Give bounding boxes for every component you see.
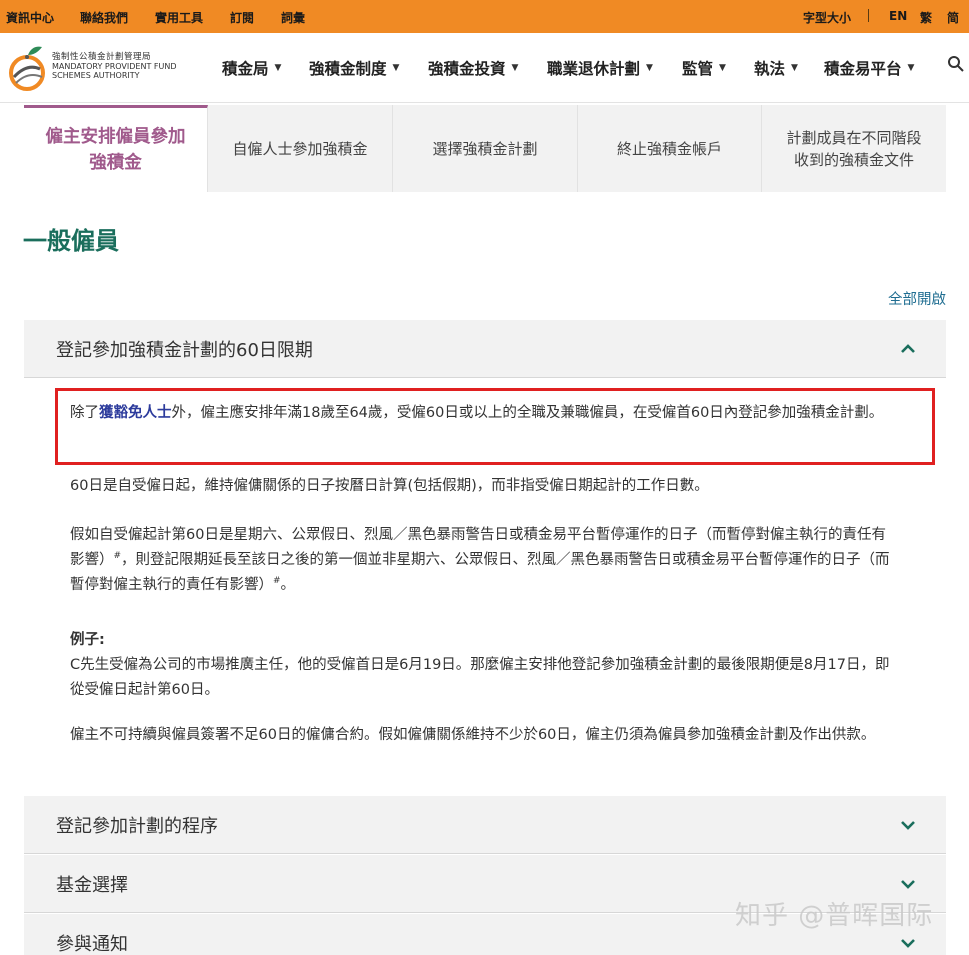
accordion-title: 登記參加強積金計劃的60日限期 (56, 339, 313, 361)
logo-wordmark: 強制性公積金計劃管理局 MANDATORY PROVIDENT FUND SCH… (52, 52, 177, 81)
tab-member-documents[interactable]: 計劃成員在不同階段收到的強積金文件 (762, 105, 946, 192)
link-info-centre[interactable]: 資訊中心 (6, 9, 54, 26)
chevron-down-icon: ▼ (392, 63, 400, 73)
paragraph-contract-rule: 僱主不可持續與僱員簽署不足60日的僱傭合約。假如僱傭關係維持不少於60日，僱主仍… (70, 723, 900, 748)
tab-terminate-account[interactable]: 終止強積金帳戶 (578, 105, 762, 192)
nav-label: 強積金制度 (309, 60, 387, 78)
tab-employer-arrange[interactable]: 僱主安排僱員參加強積金 (24, 105, 208, 192)
expand-all-link[interactable]: 全部開啟 (888, 288, 946, 309)
chevron-down-icon: ▼ (646, 63, 653, 73)
chevron-down-icon: ▼ (511, 63, 519, 73)
lang-en-link[interactable]: EN (889, 9, 907, 23)
chevron-down-icon: ▼ (791, 63, 798, 73)
paragraph-calendar-days: 60日是自受僱日起，維持僱傭關係的日子按曆日計算(包括假期)，而非指受僱日期起計… (70, 474, 900, 499)
logo-en-2: SCHEMES AUTHORITY (52, 71, 140, 80)
page-title: 一般僱員 (23, 227, 119, 255)
link-subscribe[interactable]: 訂閱 (230, 9, 254, 26)
search-icon[interactable] (947, 55, 965, 73)
logo-en-1: MANDATORY PROVIDENT FUND (52, 62, 177, 71)
nav-label: 積金局 (222, 60, 269, 78)
chevron-down-icon: ▼ (274, 63, 282, 73)
nav-item-empf-platform[interactable]: 積金易平台 ▼ (824, 57, 914, 79)
chevron-down-icon (901, 820, 915, 830)
lang-sc-link[interactable]: 简 (947, 9, 959, 26)
nav-item-mpf-system[interactable]: 強積金制度 ▼ (309, 57, 399, 79)
divider (868, 9, 869, 22)
mpfa-logo-icon[interactable] (6, 41, 48, 93)
nav-item-regulation[interactable]: 監管 ▼ (682, 57, 726, 79)
tab-label: 終止強積金帳戶 (616, 139, 722, 158)
accordion-title: 登記參加計劃的程序 (56, 815, 218, 837)
nav-item-mpfa[interactable]: 積金局 ▼ (222, 57, 281, 79)
font-size-control[interactable]: 字型大小 (803, 9, 851, 26)
text: C先生受僱為公司的市場推廣主任，他的受僱首日是6月19日。那麼僱主安排他登記參加… (70, 657, 890, 698)
footnote-marker: # (273, 576, 281, 586)
accordion-enrolment-procedure: 登記參加計劃的程序 (24, 796, 946, 854)
tab-label: 僱主安排僱員參加強積金 (45, 127, 186, 173)
tab-bar: 僱主安排僱員參加強積金 自僱人士參加強積金 選擇強積金計劃 終止強積金帳戶 計劃… (24, 105, 946, 192)
text: ，則登記限期延長至該日之後的第一個並非星期六、公眾假日、烈風／黑色暴雨警告日或積… (70, 552, 890, 593)
tab-choose-scheme[interactable]: 選擇強積金計劃 (393, 105, 578, 192)
footnote-marker: # (113, 551, 122, 561)
nav-label: 職業退休計劃 (547, 60, 641, 78)
highlight-annotation (55, 388, 935, 465)
utility-bar: 資訊中心 聯絡我們 實用工具 訂閱 詞彙 字型大小 EN 繁 简 (0, 0, 969, 33)
paragraph-example: 例子: C先生受僱為公司的市場推廣主任，他的受僱首日是6月19日。那麼僱主安排他… (70, 628, 900, 703)
paragraph-deadline-extension: 假如自受僱起計第60日是星期六、公眾假日、烈風／黑色暴雨警告日或積金易平台暫停運… (70, 523, 900, 598)
accordion-60-day-deadline: 登記參加強積金計劃的60日限期 (24, 320, 946, 378)
example-label: 例子: (70, 632, 105, 648)
chevron-up-icon (901, 343, 915, 353)
nav-item-orso[interactable]: 職業退休計劃 ▼ (547, 57, 653, 79)
link-useful-tools[interactable]: 實用工具 (155, 9, 203, 26)
nav-item-enforcement[interactable]: 執法 ▼ (754, 57, 798, 79)
nav-label: 強積金投資 (428, 60, 506, 78)
chevron-down-icon (901, 938, 915, 948)
text: 。 (280, 577, 296, 593)
chevron-down-icon: ▼ (719, 63, 726, 73)
link-glossary[interactable]: 詞彙 (281, 9, 305, 26)
nav-label: 積金易平台 (824, 60, 902, 78)
accordion-title: 基金選擇 (56, 874, 128, 896)
watermark: 知乎 @普晖国际 (735, 901, 934, 931)
accordion-title: 參與通知 (56, 933, 128, 955)
nav-label: 監管 (682, 60, 714, 78)
accordion-header[interactable]: 登記參加強積金計劃的60日限期 (24, 320, 946, 378)
nav-label: 執法 (754, 60, 786, 78)
nav-item-mpf-investment[interactable]: 強積金投資 ▼ (428, 57, 518, 79)
accordion-header[interactable]: 登記參加計劃的程序 (24, 796, 946, 854)
link-contact-us[interactable]: 聯絡我們 (80, 9, 128, 26)
logo-zh: 強制性公積金計劃管理局 (52, 52, 152, 62)
tab-label: 計劃成員在不同階段收到的強積金文件 (786, 128, 922, 169)
chevron-down-icon (901, 879, 915, 889)
text: 僱主不可持續與僱員簽署不足60日的僱傭合約。假如僱傭關係維持不少於60日，僱主仍… (70, 727, 876, 743)
main-header: 強制性公積金計劃管理局 MANDATORY PROVIDENT FUND SCH… (0, 33, 969, 103)
tab-self-employed[interactable]: 自僱人士參加強積金 (208, 105, 393, 192)
tab-label: 自僱人士參加強積金 (232, 139, 368, 158)
text: 60日是自受僱日起，維持僱傭關係的日子按曆日計算(包括假期)，而非指受僱日期起計… (70, 478, 709, 494)
tab-label: 選擇強積金計劃 (432, 139, 538, 158)
lang-tc-link[interactable]: 繁 (920, 9, 932, 26)
chevron-down-icon: ▼ (907, 63, 915, 73)
